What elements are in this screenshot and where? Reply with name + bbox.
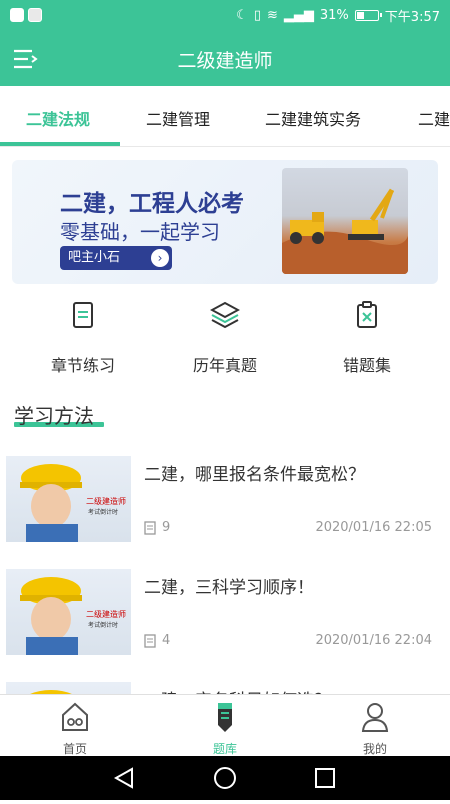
banner-button[interactable]: 吧主小石 ›	[60, 246, 172, 270]
app-notification-icon	[28, 8, 42, 22]
layers-icon	[209, 301, 241, 329]
clipboard-x-icon	[357, 301, 377, 328]
tab-management[interactable]: 二建管理	[146, 106, 210, 130]
document-icon	[144, 633, 156, 648]
page-title: 二级建造师	[177, 50, 273, 72]
article-thumbnail: 二级建造师 考试倒计时	[6, 456, 131, 542]
document-icon	[144, 520, 156, 535]
wifi-icon: ≋	[266, 8, 278, 23]
tab-law[interactable]: 二建法规	[26, 106, 90, 130]
signal-icon: ▂▄▆	[283, 8, 314, 23]
notification-icons	[10, 8, 42, 22]
chapter-practice-button[interactable]: 章节练习	[8, 300, 158, 380]
chapter-practice-label: 章节练习	[50, 356, 115, 375]
list-item[interactable]: 二级建造师 考试倒计时 二建，哪里报名条件最宽松？ 9 2020/01/16 2…	[0, 440, 450, 554]
moon-icon: ☾	[236, 8, 248, 23]
app-bar: 二级建造师	[0, 32, 450, 86]
past-exams-label: 历年真题	[192, 356, 257, 375]
home-icon	[62, 702, 88, 731]
nav-profile-label: 我的	[362, 742, 387, 756]
tab-more[interactable]: 二建	[418, 106, 450, 130]
bottom-nav: 首页 题库 我的	[0, 694, 450, 757]
user-icon	[361, 703, 389, 732]
nav-profile[interactable]: 我的	[325, 701, 425, 757]
excavator-illustration	[282, 188, 408, 274]
section-title: 学习方法	[14, 404, 94, 428]
wrong-answers-button[interactable]: 错题集	[292, 300, 442, 380]
article-title: 二建，三科学习顺序！	[144, 578, 314, 598]
nav-home[interactable]: 首页	[25, 701, 125, 757]
article-thumbnail: 二级建造师 考试倒计时	[6, 569, 131, 655]
recents-icon[interactable]	[315, 768, 335, 788]
excavator-photo	[282, 168, 408, 274]
article-count: 9	[162, 520, 171, 535]
status-bar: ☾ ▯ ≋ ▂▄▆ 31% 下午3:57	[0, 0, 450, 32]
status-right: ☾ ▯ ≋ ▂▄▆ 31% 下午3:57	[236, 6, 440, 25]
wrong-answers-label: 错题集	[342, 356, 391, 375]
article-meta: 9	[144, 520, 170, 535]
home-circle-icon[interactable]	[214, 767, 236, 789]
tab-indicator	[0, 142, 120, 146]
clock: 下午3:57	[384, 10, 440, 25]
tab-construction-practice[interactable]: 二建建筑实务	[265, 106, 361, 130]
article-meta: 4	[144, 633, 170, 648]
list-item[interactable]: 二级建造师 考试倒计时 二建，三科学习顺序！ 4 2020/01/16 22:0…	[0, 553, 450, 667]
promo-banner[interactable]: 二建，工程人必考 零基础，一起学习 吧主小石 ›	[12, 160, 438, 284]
thumb-text-2: 考试倒计时	[88, 621, 118, 629]
article-count: 4	[162, 633, 171, 648]
chevron-right-icon: ›	[151, 249, 169, 267]
article-title: 二建，哪里报名条件最宽松？	[144, 465, 365, 485]
chapter-doc-icon	[73, 302, 93, 328]
nav-question-bank[interactable]: 题库	[175, 701, 275, 757]
past-exams-button[interactable]: 历年真题	[150, 300, 300, 380]
nav-question-bank-label: 题库	[212, 742, 237, 756]
pen-bank-icon	[218, 703, 232, 732]
banner-headline: 二建，工程人必考	[60, 191, 244, 217]
thumb-text-2: 考试倒计时	[88, 508, 118, 516]
back-icon[interactable]	[113, 767, 133, 789]
article-date: 2020/01/16 22:05	[315, 520, 432, 535]
vibrate-icon: ▯	[253, 8, 261, 23]
app-notification-icon	[10, 8, 24, 22]
article-date: 2020/01/16 22:04	[315, 633, 432, 648]
banner-subline: 零基础，一起学习	[60, 220, 220, 244]
thumb-text-1: 二级建造师	[86, 496, 126, 506]
battery-icon	[354, 10, 382, 21]
category-tabs: 二建法规 二建管理 二建建筑实务 二建	[0, 86, 450, 147]
banner-button-label: 吧主小石	[68, 250, 121, 265]
system-nav-bar	[0, 756, 450, 800]
battery-percent: 31%	[319, 8, 349, 23]
nav-home-label: 首页	[62, 742, 87, 756]
thumb-text-1: 二级建造师	[86, 609, 126, 619]
